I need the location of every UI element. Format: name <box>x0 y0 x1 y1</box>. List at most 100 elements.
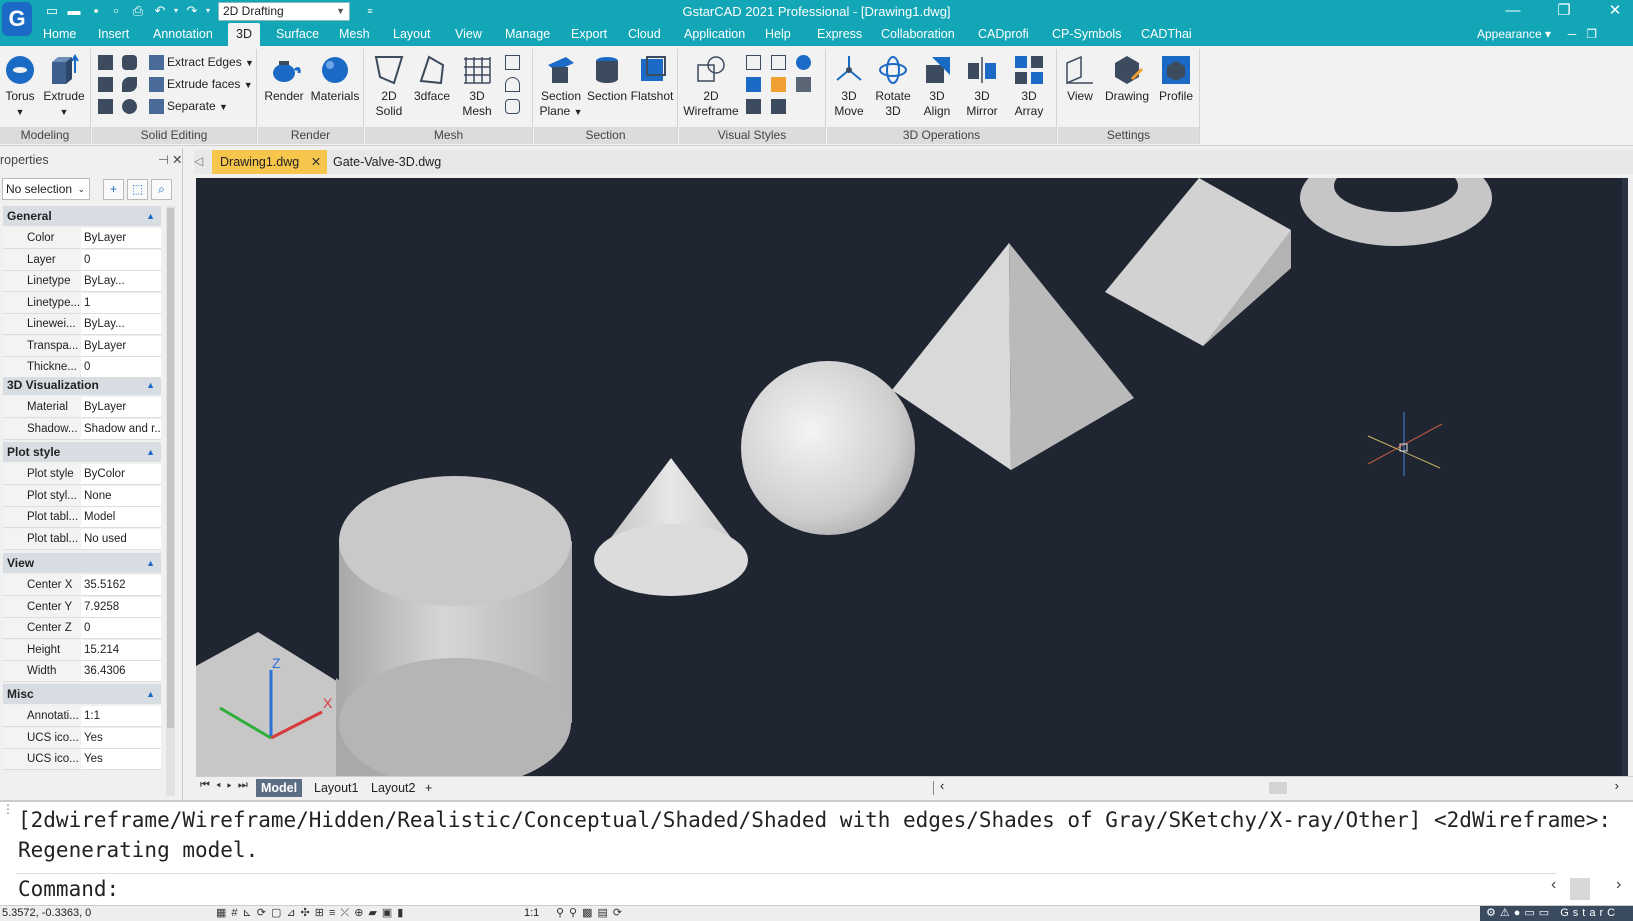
pyramid-solid[interactable] <box>892 243 1134 470</box>
property-row[interactable]: Material ByLayer <box>3 397 161 419</box>
view-settings-button[interactable]: View <box>1060 53 1100 104</box>
layout-nav-icons[interactable]: ⏮◂▸⏭ <box>200 779 254 792</box>
materials-button[interactable]: Materials <box>308 53 362 104</box>
property-row[interactable]: Plot tabl... Model <box>3 507 161 529</box>
conceptual-style-icon[interactable] <box>746 77 761 92</box>
add-layout-button[interactable]: + <box>420 779 437 797</box>
menu-annotation[interactable]: Annotation <box>150 23 216 46</box>
property-value[interactable]: Model <box>81 507 161 528</box>
menu-cadthai[interactable]: CADThai <box>1138 23 1195 46</box>
property-row[interactable]: Annotati... 1:1 <box>3 706 161 728</box>
section-plot-style[interactable]: Plot style ▲ <box>3 442 161 462</box>
property-value[interactable]: 1:1 <box>81 706 161 727</box>
shaded-style-icon[interactable] <box>771 77 786 92</box>
selection-dropdown[interactable]: No selection ⌄ <box>2 178 90 200</box>
horizontal-scrollbar[interactable]: ‹ › <box>933 778 1623 795</box>
property-value[interactable]: ByLayer <box>81 228 161 249</box>
property-row[interactable]: Linetype... 1 <box>3 292 161 315</box>
property-row[interactable]: Plot tabl... No used <box>3 528 161 551</box>
tray-area[interactable]: ⚙⚠●▭▭ GstarC <box>1480 906 1633 921</box>
property-value[interactable]: Yes <box>81 749 161 770</box>
appearance-menu[interactable]: Appearance ▾ ─ ❐ <box>1477 23 1597 46</box>
cmd-scroll-thumb[interactable] <box>1570 878 1590 900</box>
3d-array-button[interactable]: 3D Array <box>1007 53 1051 119</box>
restore-button[interactable]: ❐ <box>1549 1 1579 21</box>
rulesurf-icon[interactable] <box>505 55 520 70</box>
pin-icon[interactable]: ⊣ <box>158 148 169 173</box>
property-value[interactable]: ByLayer <box>81 397 161 418</box>
cmd-scroll-left-icon[interactable]: ‹ <box>1551 876 1556 894</box>
property-row[interactable]: Height 15.214 <box>3 639 161 662</box>
sphere-solid[interactable] <box>741 361 915 535</box>
property-value[interactable]: 15.214 <box>81 639 161 661</box>
shades-gray-style-icon[interactable] <box>796 77 811 92</box>
command-input[interactable]: Command: <box>16 873 1556 904</box>
drafting-toggle-icons[interactable]: ▦#⊾⟳▢⊿✣⊞≡⤫⊕▰▣▮ <box>216 906 408 921</box>
2d-wireframe-button[interactable]: 2D Wireframe <box>681 53 741 119</box>
edgesurf-icon[interactable] <box>505 99 520 114</box>
tab-model[interactable]: Model <box>256 779 303 797</box>
minimize-button[interactable]: — <box>1498 1 1528 21</box>
properties-scrollbar[interactable] <box>166 206 175 796</box>
3d-align-button[interactable]: 3D Align <box>917 53 957 119</box>
solid-2d-button[interactable]: 2D Solid <box>369 53 409 119</box>
menu-help[interactable]: Help <box>762 23 794 46</box>
3d-mirror-button[interactable]: 3D Mirror <box>959 53 1005 119</box>
tab-close-icon[interactable]: ✕ <box>311 150 321 174</box>
menu-3d[interactable]: 3D <box>228 23 260 46</box>
property-row[interactable]: Color ByLayer <box>3 228 161 250</box>
tab-drawing1[interactable]: Drawing1.dwg ✕ <box>212 150 328 174</box>
xray-style-icon[interactable] <box>771 99 786 114</box>
property-value[interactable]: 1 <box>81 292 161 314</box>
menu-layout[interactable]: Layout <box>390 23 434 46</box>
intersect-icon[interactable] <box>98 77 113 92</box>
extract-edges-button[interactable]: Extract Edges ▼ <box>149 52 254 72</box>
select-objects-icon[interactable]: ⬚ <box>127 179 148 200</box>
property-row[interactable]: Width 36.4306 <box>3 661 161 683</box>
wireframe-style-icon[interactable] <box>746 55 761 70</box>
cone-solid[interactable] <box>594 458 748 596</box>
property-value[interactable]: ByColor <box>81 464 161 485</box>
menu-express[interactable]: Express <box>814 23 865 46</box>
scroll-left-icon[interactable]: ‹ <box>940 778 944 793</box>
property-row[interactable]: Linetype ByLay... <box>3 271 161 293</box>
property-value[interactable]: 0 <box>81 357 161 378</box>
menu-home[interactable]: Home <box>40 23 79 46</box>
annotation-scale[interactable]: 1:1 <box>524 906 539 921</box>
section-misc[interactable]: Misc ▲ <box>3 684 161 704</box>
close-button[interactable]: ✕ <box>1600 1 1630 21</box>
torus-button[interactable]: Torus ▼ <box>2 53 38 120</box>
property-row[interactable]: Center Y 7.9258 <box>3 596 161 619</box>
extrude-faces-button[interactable]: Extrude faces ▼ <box>149 74 253 94</box>
interfere-icon[interactable] <box>98 99 113 114</box>
property-value[interactable]: 35.5162 <box>81 575 161 596</box>
property-value[interactable]: ByLay... <box>81 271 161 292</box>
tab-gate-valve[interactable]: Gate-Valve-3D.dwg <box>325 150 449 174</box>
union-icon[interactable] <box>98 55 113 70</box>
quick-select-icon[interactable]: ⌕ <box>151 179 172 200</box>
realistic-style-icon[interactable] <box>796 55 811 70</box>
cmd-scroll-right-icon[interactable]: › <box>1616 876 1621 894</box>
revsurf-icon[interactable] <box>505 77 520 92</box>
wedge-solid[interactable] <box>1105 178 1291 346</box>
property-value[interactable]: ByLay... <box>81 314 161 335</box>
section-plane-button[interactable]: Section Plane ▼ <box>536 53 586 120</box>
property-value[interactable]: 0 <box>81 618 161 639</box>
property-value[interactable]: None <box>81 485 161 507</box>
menu-view[interactable]: View <box>452 23 485 46</box>
3d-move-button[interactable]: 3D Move <box>829 53 869 119</box>
property-value[interactable]: Shadow and r... <box>81 418 161 440</box>
rotate-3d-button[interactable]: Rotate 3D <box>871 53 915 119</box>
scroll-thumb[interactable] <box>1269 782 1287 794</box>
property-row[interactable]: Plot styl... None <box>3 485 161 508</box>
separate-button[interactable]: Separate ▼ <box>149 96 228 116</box>
menu-cp-symbols[interactable]: CP-Symbols <box>1049 23 1124 46</box>
scrollbar-thumb[interactable] <box>167 208 174 728</box>
menu-cadprofi[interactable]: CADprofi <box>975 23 1032 46</box>
property-value[interactable]: 36.4306 <box>81 661 161 682</box>
render-button[interactable]: Render <box>262 53 306 104</box>
property-row[interactable]: UCS ico... Yes <box>3 749 161 771</box>
subtract-icon[interactable] <box>122 55 137 70</box>
property-value[interactable]: 0 <box>81 249 161 271</box>
menu-surface[interactable]: Surface <box>273 23 322 46</box>
